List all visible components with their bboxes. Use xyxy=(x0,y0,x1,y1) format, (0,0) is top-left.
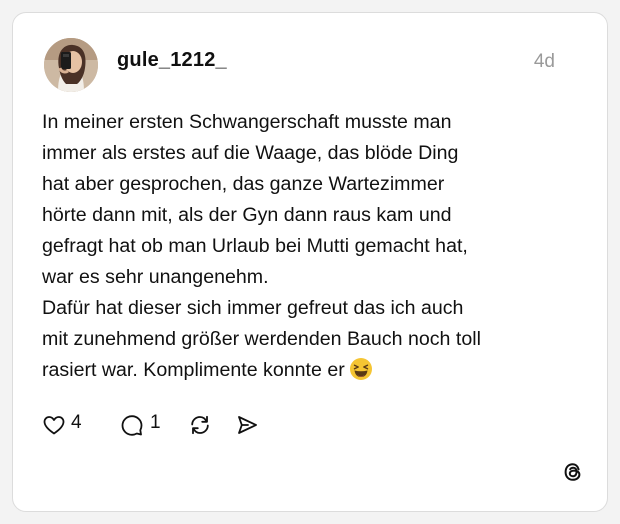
post-text-line: hörte dann mit, als der Gyn dann raus ka… xyxy=(42,204,452,226)
like-count: 4 xyxy=(71,412,82,433)
post-text-line: hat aber gesprochen, das ganze Wartezimm… xyxy=(42,173,445,195)
post-card: gule_1212_ 4d In meiner ersten Schwanger… xyxy=(12,12,608,512)
post-text-line: immer als erstes auf die Waage, das blöd… xyxy=(42,142,459,164)
post-timestamp: 4d xyxy=(533,51,555,72)
post-text-line: In meiner ersten Schwangerschaft musste … xyxy=(42,111,452,133)
post-text-line: mit zunehmend größer werdenden Bauch noc… xyxy=(42,328,481,350)
threads-logo-icon xyxy=(564,463,581,481)
repost-button[interactable] xyxy=(188,411,212,439)
post-text-line: rasiert war. Komplimente konnte er xyxy=(42,359,345,381)
avatar[interactable] xyxy=(44,38,98,92)
post-text-line: gefragt hat ob man Urlaub bei Mutti gema… xyxy=(42,235,468,257)
share-button[interactable] xyxy=(235,411,259,439)
post-text-line: war es sehr unangenehm. xyxy=(42,266,269,288)
post-text-line: Dafür hat dieser sich immer gefreut das … xyxy=(42,297,464,319)
avatar-photo xyxy=(44,38,98,92)
post-text: In meiner ersten Schwangerschaft musste … xyxy=(42,107,582,386)
repost-icon xyxy=(191,415,209,435)
send-icon xyxy=(238,416,257,434)
username[interactable]: gule_1212_ xyxy=(117,49,227,72)
speech-bubble-icon xyxy=(121,415,143,436)
reply-count: 1 xyxy=(150,412,161,433)
laughing-emoji-icon xyxy=(349,358,372,380)
post-text-line-last: rasiert war. Komplimente konnte er xyxy=(42,355,582,386)
heart-icon xyxy=(43,416,65,435)
